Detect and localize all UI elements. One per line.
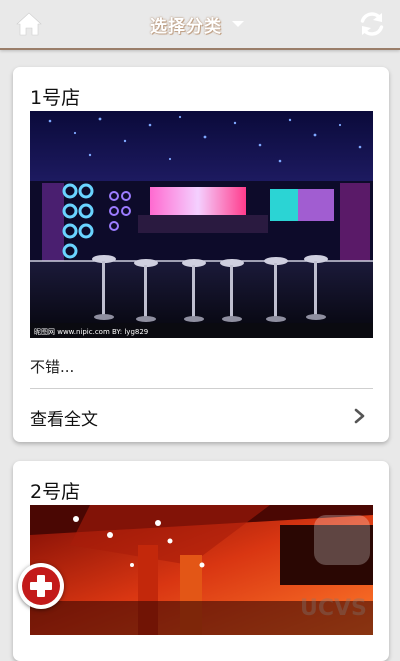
- category-title: 选择分类: [150, 16, 222, 37]
- watermark-text: UCVS: [300, 596, 367, 621]
- home-icon[interactable]: [16, 12, 42, 36]
- top-bar: 选择分类: [0, 0, 400, 50]
- caret-down-icon: [232, 21, 244, 27]
- store-photo[interactable]: 昵图网 www.nipic.com BY: lyg829: [30, 111, 373, 338]
- card-title: 1号店: [30, 87, 81, 109]
- refresh-icon[interactable]: [358, 10, 386, 38]
- read-more-link[interactable]: 查看全文: [30, 405, 98, 430]
- chevron-right-icon[interactable]: [353, 408, 367, 424]
- image-caption: 昵图网 www.nipic.com BY: lyg829: [34, 328, 148, 336]
- card-title: 2号店: [30, 481, 81, 503]
- plus-icon: [22, 567, 60, 605]
- watermark-logo: [314, 515, 370, 565]
- category-selector[interactable]: 选择分类: [150, 12, 244, 37]
- excerpt-text: 不错...: [30, 358, 75, 376]
- add-button[interactable]: [18, 563, 64, 609]
- divider: [30, 388, 373, 389]
- store-card: 1号店 昵图网 www.nipic.com BY: lyg829 不错... 查…: [13, 67, 389, 442]
